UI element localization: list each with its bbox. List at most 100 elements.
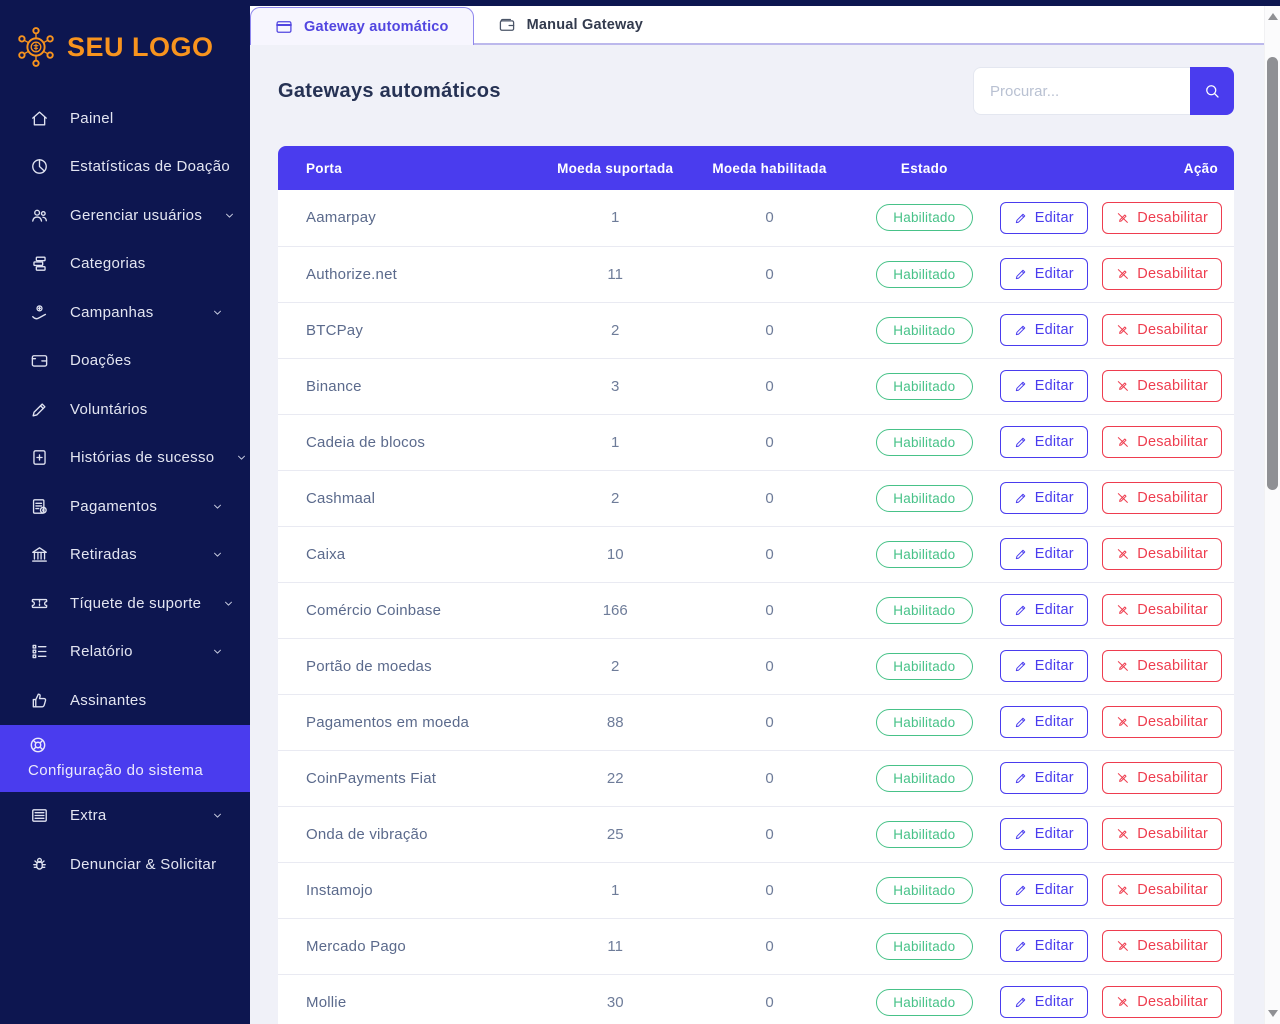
credit-card-icon xyxy=(275,18,293,36)
table-row: Onda de vibração 25 0 Habilitado Editar … xyxy=(278,806,1234,863)
edit-button[interactable]: Editar xyxy=(999,314,1088,346)
sidebar-item-configuracao-do-sistema[interactable]: Configuração do sistema xyxy=(0,724,250,792)
disable-button[interactable]: Desabilitar xyxy=(1102,930,1222,962)
disable-button[interactable]: Desabilitar xyxy=(1102,706,1222,738)
edit-button[interactable]: Editar xyxy=(999,930,1088,962)
sidebar-item-estatisticas-de-doacao[interactable]: Estatísticas de Doação xyxy=(0,143,250,192)
scroll-thumb[interactable] xyxy=(1267,57,1278,490)
extra-menu-icon xyxy=(30,806,49,825)
pen-off-icon xyxy=(1116,323,1130,337)
disable-button[interactable]: Desabilitar xyxy=(1102,762,1222,794)
scroll-down-arrow[interactable] xyxy=(1268,1010,1278,1017)
edit-button[interactable]: Editar xyxy=(999,370,1088,402)
status-badge: Habilitado xyxy=(875,988,973,1016)
chevron-down-icon xyxy=(222,597,235,610)
tab-gateway-automatico[interactable]: Gateway automático xyxy=(250,7,474,45)
donate-hand-icon xyxy=(30,303,49,322)
table-row: CoinPayments Fiat 22 0 Habilitado Editar… xyxy=(278,750,1234,807)
search-icon xyxy=(1203,82,1221,100)
gateway-name: Cashmaal xyxy=(278,470,541,527)
edit-button[interactable]: Editar xyxy=(999,874,1088,906)
enabled-currency-count: 0 xyxy=(690,750,849,807)
disable-button[interactable]: Desabilitar xyxy=(1102,426,1222,458)
gateway-name: Comércio Coinbase xyxy=(278,582,541,639)
supported-currency-count: 2 xyxy=(540,470,691,527)
disable-button[interactable]: Desabilitar xyxy=(1102,538,1222,570)
edit-button[interactable]: Editar xyxy=(999,426,1088,458)
scrollbar[interactable] xyxy=(1264,6,1280,1024)
sidebar-item-extra[interactable]: Extra xyxy=(0,792,250,841)
sidebar-item-tiquete-de-suporte[interactable]: Tíquete de suporte xyxy=(0,579,250,628)
enabled-currency-count: 0 xyxy=(690,358,849,415)
sidebar-item-doacoes[interactable]: Doações xyxy=(0,337,250,386)
disable-button[interactable]: Desabilitar xyxy=(1102,874,1222,906)
table-row: Cashmaal 2 0 Habilitado Editar Desabilit… xyxy=(278,470,1234,527)
supported-currency-count: 11 xyxy=(540,918,691,975)
pencil-icon xyxy=(1014,267,1028,281)
edit-button[interactable]: Editar xyxy=(999,986,1088,1018)
disable-button[interactable]: Desabilitar xyxy=(1102,594,1222,626)
sidebar-item-voluntarios[interactable]: Voluntários xyxy=(0,385,250,434)
pencil-icon xyxy=(1014,603,1028,617)
disable-button[interactable]: Desabilitar xyxy=(1102,201,1222,234)
invoice-dollar-icon xyxy=(30,497,49,516)
gateway-name: Portão de moedas xyxy=(278,638,541,695)
report-list-icon xyxy=(30,642,49,661)
supported-currency-count: 2 xyxy=(540,302,691,359)
edit-button[interactable]: Editar xyxy=(999,762,1088,794)
logo-text: SEU LOGO xyxy=(67,31,214,62)
sidebar-item-gerenciar-usuarios[interactable]: Gerenciar usuários xyxy=(0,191,250,240)
pencil-icon xyxy=(1014,211,1028,225)
status-badge: Habilitado xyxy=(875,652,973,680)
status-badge: Habilitado xyxy=(875,764,973,792)
chevron-down-icon xyxy=(211,548,224,561)
disable-button[interactable]: Desabilitar xyxy=(1102,482,1222,514)
logo[interactable]: SEU LOGO xyxy=(0,0,250,84)
main-area: Gateway automático Manual Gateway Gatewa… xyxy=(250,6,1264,1024)
search-input[interactable] xyxy=(973,67,1190,115)
sidebar-item-categorias[interactable]: Categorias xyxy=(0,240,250,289)
edit-button[interactable]: Editar xyxy=(999,706,1088,738)
sidebar-item-assinantes[interactable]: Assinantes xyxy=(0,676,250,725)
supported-currency-count: 3 xyxy=(540,358,691,415)
disable-button[interactable]: Desabilitar xyxy=(1102,314,1222,346)
table-row: Pagamentos em moeda 88 0 Habilitado Edit… xyxy=(278,694,1234,751)
pencil-icon xyxy=(1014,659,1028,673)
edit-button[interactable]: Editar xyxy=(999,258,1088,290)
bug-icon xyxy=(30,855,49,874)
enabled-currency-count: 0 xyxy=(690,694,849,751)
search-button[interactable] xyxy=(1190,67,1234,115)
sidebar-item-painel[interactable]: Painel xyxy=(0,94,250,143)
gateway-name: Aamarpay xyxy=(278,190,541,247)
disable-button[interactable]: Desabilitar xyxy=(1102,650,1222,682)
tab-manual-gateway[interactable]: Manual Gateway xyxy=(474,7,667,43)
disable-button[interactable]: Desabilitar xyxy=(1102,258,1222,290)
sidebar-item-campanhas[interactable]: Campanhas xyxy=(0,288,250,337)
edit-button[interactable]: Editar xyxy=(999,201,1088,234)
gear-icon xyxy=(28,735,48,755)
edit-button[interactable]: Editar xyxy=(999,594,1088,626)
scroll-up-arrow[interactable] xyxy=(1268,13,1278,20)
disable-button[interactable]: Desabilitar xyxy=(1102,370,1222,402)
sidebar-item-pagamentos[interactable]: Pagamentos xyxy=(0,482,250,531)
chevron-down-icon xyxy=(223,209,236,222)
sidebar-item-relatorio[interactable]: Relatório xyxy=(0,628,250,677)
edit-button[interactable]: Editar xyxy=(999,538,1088,570)
supported-currency-count: 25 xyxy=(540,806,691,863)
table-row: Caixa 10 0 Habilitado Editar Desabilitar xyxy=(278,526,1234,583)
edit-button[interactable]: Editar xyxy=(999,650,1088,682)
table-row: Mollie 30 0 Habilitado Editar Desabilita… xyxy=(278,974,1234,1024)
sidebar-item-historias-de-sucesso[interactable]: Histórias de sucesso xyxy=(0,434,250,483)
sidebar-item-denunciar-solicitar[interactable]: Denunciar & Solicitar xyxy=(0,840,250,889)
edit-button[interactable]: Editar xyxy=(999,482,1088,514)
enabled-currency-count: 0 xyxy=(690,526,849,583)
sidebar-item-retiradas[interactable]: Retiradas xyxy=(0,531,250,580)
enabled-currency-count: 0 xyxy=(690,862,849,919)
gateway-name: Authorize.net xyxy=(278,246,541,303)
content-header: Gateways automáticos xyxy=(278,67,1234,115)
disable-button[interactable]: Desabilitar xyxy=(1102,818,1222,850)
top-strip xyxy=(0,0,1280,6)
edit-button[interactable]: Editar xyxy=(999,818,1088,850)
status-badge: Habilitado xyxy=(875,540,973,568)
disable-button[interactable]: Desabilitar xyxy=(1102,986,1222,1018)
